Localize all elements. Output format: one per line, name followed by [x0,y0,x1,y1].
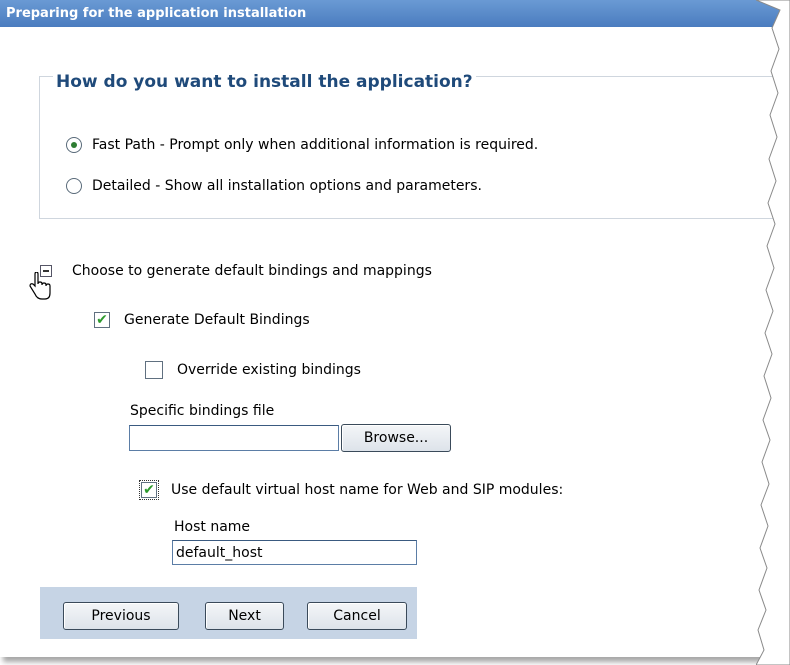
generate-default-bindings-label: Generate Default Bindings [124,312,310,328]
generate-default-bindings-row[interactable]: ✔ Generate Default Bindings [94,312,310,328]
browse-button[interactable]: Browse... [341,424,451,452]
specific-bindings-file-input[interactable] [129,425,339,451]
override-existing-bindings-row[interactable]: Override existing bindings [145,361,361,379]
cancel-button[interactable]: Cancel [307,602,407,630]
detailed-radio[interactable] [66,178,82,194]
fast-path-radio[interactable] [66,137,82,153]
generate-default-bindings-checkbox[interactable]: ✔ [94,312,110,328]
next-button[interactable]: Next [205,602,284,630]
install-method-legend: How do you want to install the applicati… [53,72,476,92]
host-name-input[interactable] [172,540,417,565]
override-existing-bindings-label: Override existing bindings [177,362,361,378]
fast-path-label: Fast Path - Prompt only when additional … [92,137,539,153]
button-bar: Previous Next Cancel [40,587,417,639]
torn-edge [756,0,790,665]
use-default-virtual-host-label: Use default virtual host name for Web an… [171,482,564,498]
detailed-option[interactable]: Detailed - Show all installation options… [66,178,482,194]
host-name-label: Host name [174,519,251,535]
use-default-virtual-host-checkbox[interactable]: ✔ [139,480,159,500]
use-default-virtual-host-row[interactable]: ✔ Use default virtual host name for Web … [139,480,564,500]
dialog-window: Preparing for the application installati… [0,0,779,657]
fast-path-option[interactable]: Fast Path - Prompt only when additional … [66,137,538,153]
hand-cursor-icon [29,272,51,300]
window-title: Preparing for the application installati… [0,0,779,27]
specific-bindings-file-label: Specific bindings file [130,403,275,419]
previous-button[interactable]: Previous [63,602,179,630]
detailed-label: Detailed - Show all installation options… [92,178,482,194]
override-existing-bindings-checkbox[interactable] [145,361,163,379]
bindings-section-label: Choose to generate default bindings and … [72,263,432,279]
